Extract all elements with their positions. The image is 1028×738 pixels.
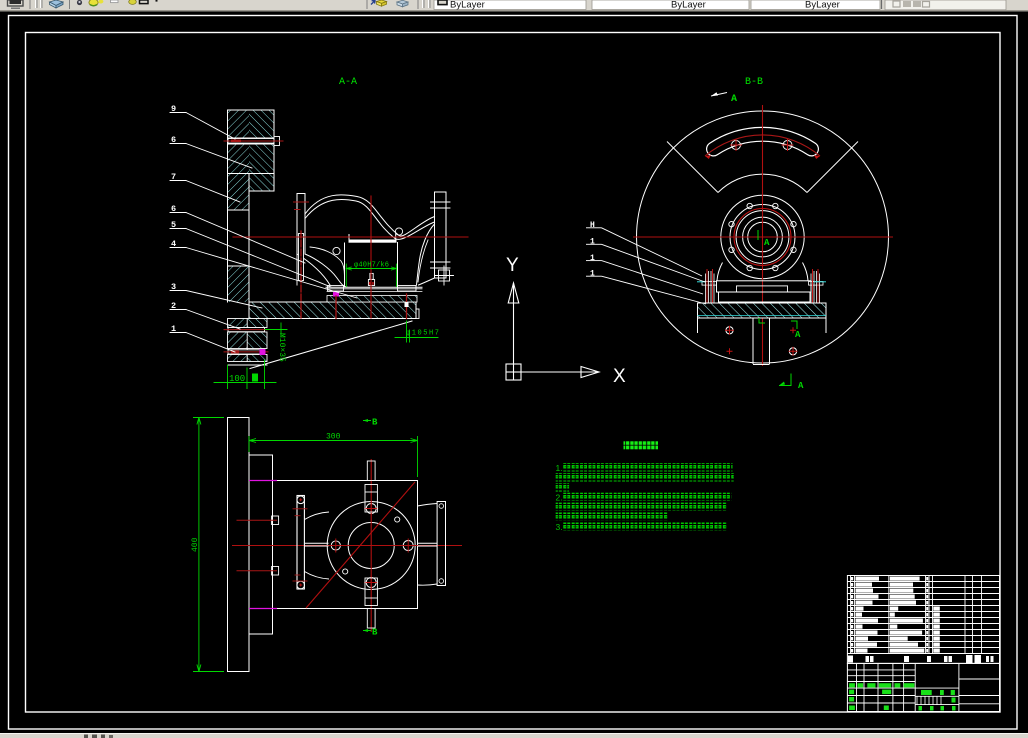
svg-text:400: 400 [191, 537, 200, 552]
svg-text:φ105H7: φ105H7 [406, 330, 439, 338]
svg-text:7: 7 [171, 172, 176, 182]
svg-text:100: 100 [229, 374, 245, 384]
svg-text:A: A [764, 238, 770, 248]
svg-text:9: 9 [171, 104, 176, 114]
svg-text:3: 3 [171, 282, 176, 292]
svg-text:A: A [731, 94, 737, 105]
svg-text:6: 6 [171, 204, 176, 214]
svg-text:X: X [613, 366, 626, 387]
svg-text:1: 1 [590, 238, 595, 247]
svg-text:B-B: B-B [745, 77, 763, 88]
svg-text:ByLayer: ByLayer [671, 0, 706, 11]
svg-text:A: A [795, 330, 801, 340]
svg-text:1: 1 [171, 324, 176, 334]
svg-text:3.: 3. [556, 522, 563, 532]
svg-text:B: B [372, 628, 378, 638]
svg-text:φ40H7/k6: φ40H7/k6 [354, 262, 389, 270]
svg-text:H: H [590, 221, 595, 230]
svg-text:Y: Y [506, 255, 519, 276]
svg-text:2.: 2. [556, 493, 563, 503]
svg-text:1.: 1. [556, 463, 563, 473]
svg-text:6: 6 [171, 135, 176, 145]
svg-text:A-A: A-A [339, 77, 357, 88]
svg-text:M10×35: M10×35 [277, 333, 286, 362]
svg-text:5: 5 [171, 220, 176, 230]
svg-text:300: 300 [326, 433, 341, 442]
svg-text:ByLayer: ByLayer [450, 0, 485, 11]
svg-text:A: A [798, 381, 804, 391]
svg-text:ByLayer: ByLayer [805, 0, 840, 11]
svg-text:2: 2 [171, 301, 176, 311]
svg-text:4: 4 [171, 239, 176, 249]
svg-text:1: 1 [590, 269, 595, 278]
svg-text:1: 1 [590, 254, 595, 263]
svg-text:B: B [372, 418, 378, 428]
